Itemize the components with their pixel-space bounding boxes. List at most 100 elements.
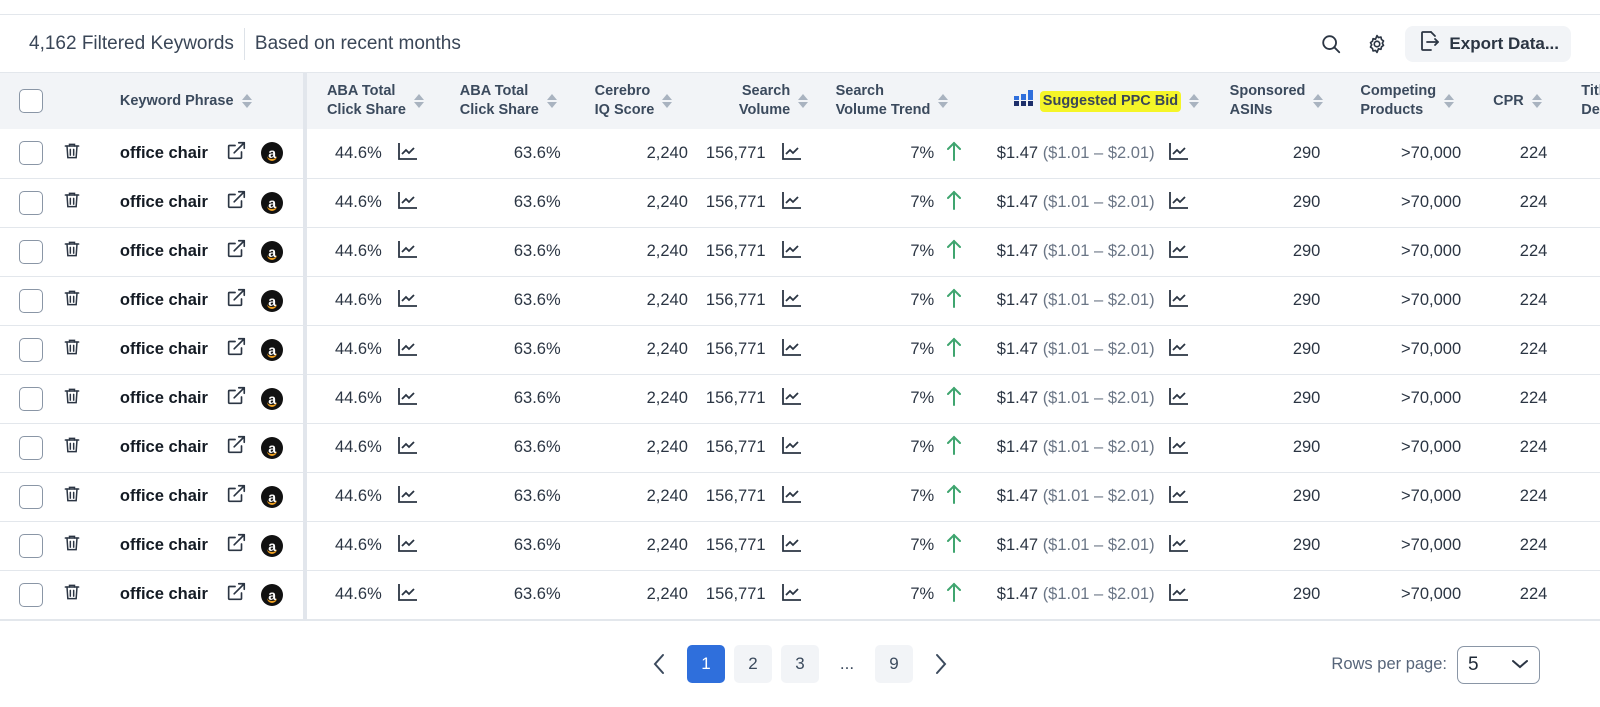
trend-chart-icon[interactable] [782, 583, 802, 606]
row-checkbox[interactable] [19, 239, 43, 264]
amazon-icon[interactable]: a [261, 583, 284, 606]
sort-icon[interactable] [662, 94, 673, 108]
trend-chart-icon[interactable] [398, 534, 418, 557]
trash-icon[interactable] [62, 288, 82, 313]
trend-chart-icon[interactable] [398, 387, 418, 410]
keyword-phrase[interactable]: office chair [120, 438, 208, 456]
keyword-phrase[interactable]: office chair [120, 389, 208, 407]
trash-icon[interactable] [62, 190, 82, 215]
sort-icon[interactable] [546, 94, 557, 108]
keyword-phrase[interactable]: office chair [120, 242, 208, 260]
col-title-density[interactable]: TitleDen [1567, 73, 1600, 129]
sort-icon[interactable] [241, 94, 252, 108]
external-link-icon[interactable] [225, 483, 247, 510]
trend-chart-icon[interactable] [398, 436, 418, 459]
trend-chart-icon[interactable] [1169, 338, 1189, 361]
trend-chart-icon[interactable] [398, 142, 418, 165]
trend-chart-icon[interactable] [398, 583, 418, 606]
amazon-icon[interactable]: a [261, 387, 284, 410]
external-link-icon[interactable] [225, 434, 247, 461]
amazon-icon[interactable]: a [261, 240, 284, 263]
trend-chart-icon[interactable] [1169, 485, 1189, 508]
trend-chart-icon[interactable] [398, 289, 418, 312]
row-checkbox[interactable] [19, 386, 43, 411]
trash-icon[interactable] [62, 141, 82, 166]
trash-icon[interactable] [62, 435, 82, 460]
col-aba-click-share-2[interactable]: ABA Total Click Share [440, 73, 575, 129]
row-checkbox[interactable] [19, 484, 43, 509]
keyword-phrase[interactable]: office chair [120, 585, 208, 603]
amazon-icon[interactable]: a [261, 436, 284, 459]
row-checkbox[interactable] [19, 582, 43, 607]
trend-chart-icon[interactable] [1169, 387, 1189, 410]
trend-chart-icon[interactable] [1169, 534, 1189, 557]
sort-icon[interactable] [1444, 94, 1455, 108]
trend-chart-icon[interactable] [782, 485, 802, 508]
keyword-phrase[interactable]: office chair [120, 487, 208, 505]
page-button-3[interactable]: 3 [781, 644, 819, 683]
trend-chart-icon[interactable] [782, 191, 802, 214]
trend-chart-icon[interactable] [1169, 436, 1189, 459]
keyword-phrase[interactable]: office chair [120, 144, 208, 162]
row-checkbox[interactable] [19, 533, 43, 558]
external-link-icon[interactable] [225, 336, 247, 363]
trend-chart-icon[interactable] [398, 485, 418, 508]
trash-icon[interactable] [62, 337, 82, 362]
col-cerebro-iq-score[interactable]: Cerebro IQ Score [575, 73, 694, 129]
trend-chart-icon[interactable] [398, 338, 418, 361]
amazon-icon[interactable]: a [261, 289, 284, 312]
trash-icon[interactable] [62, 239, 82, 264]
external-link-icon[interactable] [225, 532, 247, 559]
col-competing-products[interactable]: Competing Products [1346, 73, 1479, 129]
trend-chart-icon[interactable] [782, 240, 802, 263]
trend-chart-icon[interactable] [782, 338, 802, 361]
trend-chart-icon[interactable] [398, 240, 418, 263]
trash-icon[interactable] [62, 533, 82, 558]
sort-icon[interactable] [1189, 94, 1200, 108]
keyword-phrase[interactable]: office chair [120, 340, 208, 358]
select-all-checkbox[interactable] [19, 89, 43, 113]
sort-icon[interactable] [1313, 94, 1324, 108]
prev-page-button[interactable] [640, 645, 678, 683]
next-page-button[interactable] [922, 645, 960, 683]
sort-icon[interactable] [938, 94, 949, 108]
amazon-icon[interactable]: a [261, 485, 284, 508]
trash-icon[interactable] [62, 386, 82, 411]
external-link-icon[interactable] [225, 189, 247, 216]
trend-chart-icon[interactable] [782, 534, 802, 557]
col-keyword-phrase[interactable]: Keyword Phrase [107, 73, 307, 129]
sort-icon[interactable] [413, 94, 424, 108]
col-aba-click-share-1[interactable]: ABA Total Click Share [305, 73, 440, 129]
keyword-phrase[interactable]: office chair [120, 291, 208, 309]
trend-chart-icon[interactable] [1169, 191, 1189, 214]
col-suggested-ppc-bid[interactable]: Suggested PPC Bid [969, 73, 1216, 129]
rows-per-page-select[interactable]: 5 [1457, 645, 1540, 684]
trend-chart-icon[interactable] [1169, 142, 1189, 165]
trend-chart-icon[interactable] [782, 436, 802, 459]
row-checkbox[interactable] [19, 288, 43, 313]
keyword-phrase[interactable]: office chair [120, 536, 208, 554]
trend-chart-icon[interactable] [1169, 240, 1189, 263]
sort-icon[interactable] [798, 94, 809, 108]
amazon-icon[interactable]: a [261, 534, 284, 557]
row-checkbox[interactable] [19, 141, 43, 166]
col-search-volume-trend[interactable]: Search Volume Trend [824, 73, 969, 129]
page-button-1[interactable]: 1 [687, 644, 725, 683]
trash-icon[interactable] [62, 582, 82, 607]
page-button-2[interactable]: 2 [734, 644, 772, 683]
page-button-9[interactable]: 9 [875, 644, 913, 683]
col-search-volume[interactable]: Search Volume [694, 73, 824, 129]
sort-icon[interactable] [1531, 94, 1542, 108]
amazon-icon[interactable]: a [261, 142, 284, 165]
external-link-icon[interactable] [225, 140, 247, 167]
row-checkbox[interactable] [19, 435, 43, 460]
external-link-icon[interactable] [225, 238, 247, 265]
external-link-icon[interactable] [225, 385, 247, 412]
row-checkbox[interactable] [19, 337, 43, 362]
export-data-button[interactable]: Export Data... [1405, 25, 1571, 62]
trend-chart-icon[interactable] [1169, 583, 1189, 606]
keyword-phrase[interactable]: office chair [120, 193, 208, 211]
search-icon[interactable] [1313, 26, 1349, 62]
amazon-icon[interactable]: a [261, 338, 284, 361]
trend-chart-icon[interactable] [398, 191, 418, 214]
